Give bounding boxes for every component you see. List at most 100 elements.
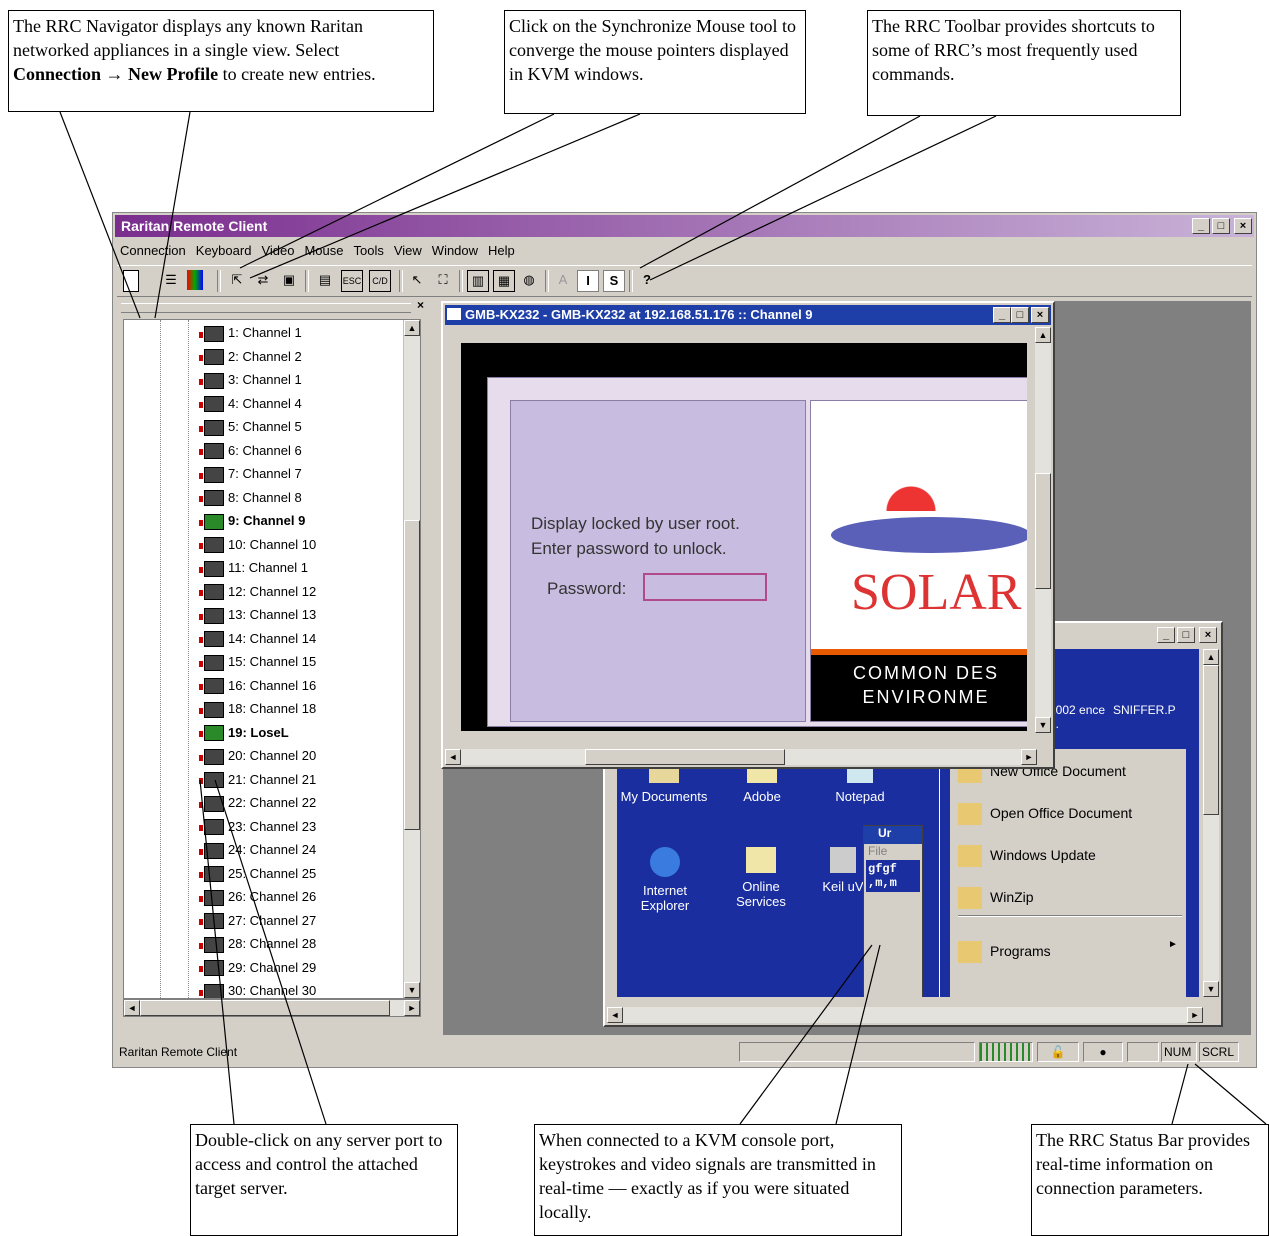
kvm-screen[interactable]: Display locked by user root. Enter passw… [461,343,1027,731]
maximize-button[interactable]: □ [1177,627,1195,643]
tree-item[interactable]: 6: Channel 6 [199,440,302,462]
tree-item[interactable]: 20: Channel 20 [199,745,316,767]
tree-item[interactable]: 30: Channel 30 [199,980,316,998]
desktop-vscrollbar[interactable]: ▲ ▼ [1203,649,1219,997]
text-s-icon[interactable]: S [603,270,625,292]
refresh-icon[interactable]: ⇄ [253,270,273,290]
menu-mouse[interactable]: Mouse [299,240,348,262]
text-a-icon[interactable]: A [553,270,573,290]
tree-item[interactable]: 16: Channel 16 [199,675,316,697]
scroll-up-button[interactable]: ▲ [1203,649,1219,665]
scroll-thumb[interactable] [404,520,420,830]
minimize-button[interactable]: _ [1157,627,1175,643]
close-button[interactable]: × [1234,218,1252,234]
ctrl-alt-del-icon[interactable]: C/D [369,270,391,292]
menu-video[interactable]: Video [256,240,299,262]
navigator-close-icon[interactable]: × [417,298,424,312]
split-view-icon[interactable]: ▦ [493,270,515,292]
navigator-hscrollbar[interactable]: ◄ ► [123,999,421,1017]
close-button[interactable]: × [1031,307,1049,323]
menu-help[interactable]: Help [483,240,520,262]
scroll-up-button[interactable]: ▲ [404,320,420,336]
menu-tools[interactable]: Tools [348,240,388,262]
tree-item[interactable]: 26: Channel 26 [199,886,316,908]
fit-window-icon[interactable]: ▣ [279,270,299,290]
tree-item[interactable]: 25: Channel 25 [199,863,316,885]
online-services-icon[interactable]: Online Services [723,847,799,909]
menu-connection[interactable]: Connection [115,240,191,262]
esc-key-icon[interactable]: ESC [341,270,363,292]
minimize-button[interactable]: _ [993,307,1011,323]
tree-item[interactable]: 5: Channel 5 [199,416,302,438]
kvm-window[interactable]: GMB-KX232 - GMB-KX232 at 192.168.51.176 … [441,301,1055,769]
menu-keyboard[interactable]: Keyboard [191,240,257,262]
tree-item[interactable]: 8: Channel 8 [199,487,302,509]
menu-window[interactable]: Window [427,240,483,262]
popup-file-menu[interactable]: File [864,844,922,858]
single-cursor-icon[interactable]: ↖ [407,270,427,290]
tree-item-label: 2: Channel 2 [228,348,302,364]
scroll-thumb[interactable] [585,749,785,765]
tree-item[interactable]: 1: Channel 1 [199,322,302,344]
tree-item[interactable]: 9: Channel 9 [199,510,305,532]
minimize-button[interactable]: _ [1192,218,1210,234]
tree-item[interactable]: 4: Channel 4 [199,393,302,415]
internet-explorer-icon[interactable]: Internet Explorer [627,847,703,913]
navigator-scrollbar[interactable]: ▲ ▼ [403,320,420,998]
tree-item[interactable]: 19: LoseL [199,722,289,744]
full-screen-icon[interactable]: ⛶ [433,270,453,290]
tree-item[interactable]: 11: Channel 1 [199,557,308,579]
color-bars-icon[interactable] [187,270,203,290]
tree-item[interactable]: 24: Channel 24 [199,839,316,861]
scroll-thumb[interactable] [140,1000,390,1016]
scroll-thumb[interactable] [1203,665,1219,815]
scroll-down-button[interactable]: ▼ [404,982,420,998]
maximize-button[interactable]: □ [1011,307,1029,323]
start-menu-item[interactable]: Open Office Document [958,799,1158,827]
maximize-button[interactable]: □ [1212,218,1230,234]
keyboard-icon[interactable]: ▤ [315,270,335,290]
tree-item[interactable]: 29: Channel 29 [199,957,316,979]
scroll-left-button[interactable]: ◄ [607,1007,623,1023]
kvm-vscrollbar[interactable]: ▲ ▼ [1035,327,1051,733]
desktop-hscrollbar[interactable]: ◄ ► [607,1007,1203,1023]
scroll-up-button[interactable]: ▲ [1035,327,1051,343]
scroll-down-button[interactable]: ▼ [1203,981,1219,997]
list-icon[interactable]: ☰ [161,270,181,290]
kvm-hscrollbar[interactable]: ◄ ► [445,749,1037,765]
tree-item[interactable]: 21: Channel 21 [199,769,316,791]
tree-item[interactable]: 18: Channel 18 [199,698,316,720]
password-input[interactable] [643,573,767,601]
globe-icon[interactable]: ◍ [519,270,539,290]
tree-item[interactable]: 3: Channel 1 [199,369,302,391]
tree-item[interactable]: 14: Channel 14 [199,628,316,650]
scroll-right-button[interactable]: ► [404,1000,420,1016]
scroll-down-button[interactable]: ▼ [1035,717,1051,733]
tree-item[interactable]: 7: Channel 7 [199,463,302,485]
text-i-icon[interactable]: I [577,270,599,292]
sync-mouse-icon[interactable]: ⇱ [227,270,247,290]
tree-item[interactable]: 10: Channel 10 [199,534,316,556]
tree-item[interactable]: 22: Channel 22 [199,792,316,814]
tree-item[interactable]: 28: Channel 28 [199,933,316,955]
menu-view[interactable]: View [389,240,427,262]
help-icon[interactable]: ? [637,270,657,290]
tree-item[interactable]: 2: Channel 2 [199,346,302,368]
scroll-thumb[interactable] [1035,473,1051,589]
scroll-right-button[interactable]: ► [1187,1007,1203,1023]
scroll-left-button[interactable]: ◄ [445,749,461,765]
start-menu-item[interactable]: Windows Update [958,841,1158,869]
new-icon[interactable] [123,270,139,292]
tree-item[interactable]: 13: Channel 13 [199,604,316,626]
tree-item[interactable]: 12: Channel 12 [199,581,316,603]
tree-item[interactable]: 27: Channel 27 [199,910,316,932]
popup-window[interactable]: Ur File gfgf ,m,m [863,825,923,997]
tree-item[interactable]: 23: Channel 23 [199,816,316,838]
scroll-left-button[interactable]: ◄ [124,1000,140,1016]
close-button[interactable]: × [1199,627,1217,643]
view-icon[interactable]: ▥ [467,270,489,292]
scroll-right-button[interactable]: ► [1021,749,1037,765]
start-menu-item[interactable]: Programs [958,937,1158,965]
tree-item[interactable]: 15: Channel 15 [199,651,316,673]
start-menu-item[interactable]: WinZip [958,883,1158,911]
